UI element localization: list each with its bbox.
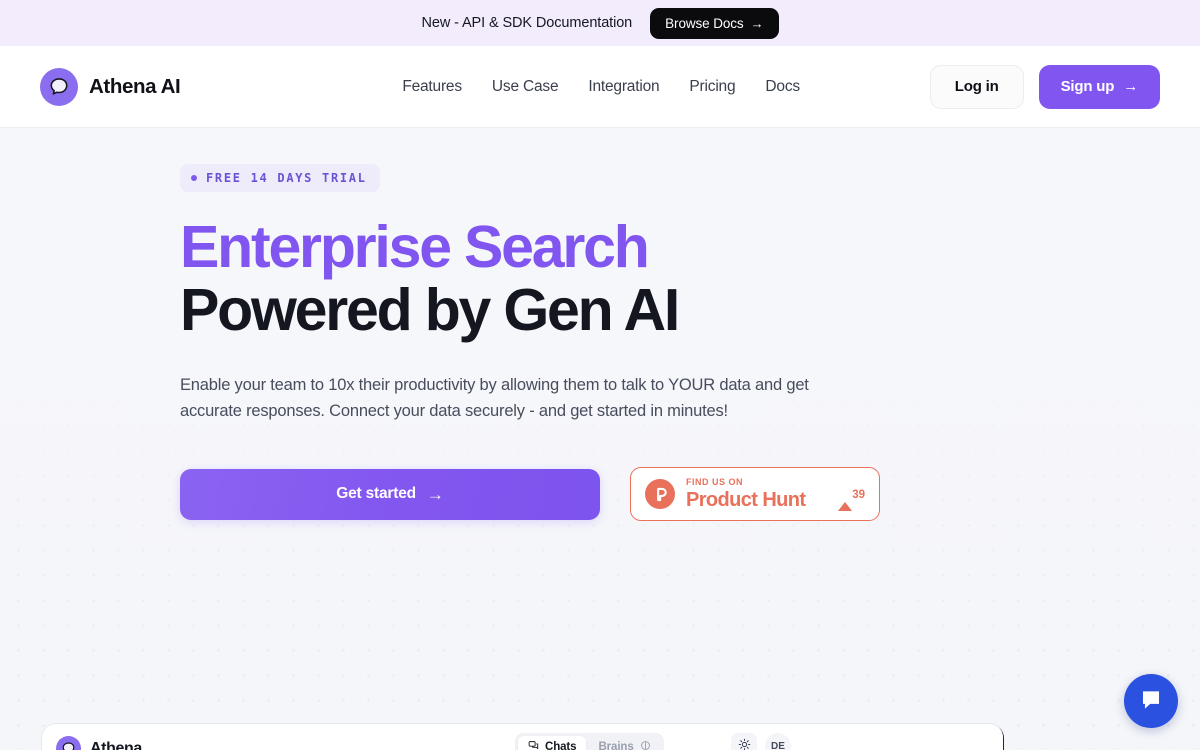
hero-content: FREE 14 DAYS TRIAL Enterprise Search Pow…	[0, 128, 1200, 522]
announcement-text: New - API & SDK Documentation	[421, 15, 633, 31]
product-hunt-name: Product Hunt	[686, 489, 806, 512]
nav-link-pricing[interactable]: Pricing	[689, 78, 735, 96]
app-preview-topbar-actions: DE	[731, 733, 791, 750]
announcement-bar: New - API & SDK Documentation Browse Doc…	[0, 0, 1200, 46]
chat-widget-button[interactable]	[1124, 674, 1178, 728]
product-hunt-eyebrow: FIND US ON	[686, 477, 744, 488]
sun-icon	[738, 738, 751, 750]
signup-label: Sign up	[1060, 78, 1115, 95]
theme-toggle-button[interactable]	[731, 733, 757, 750]
get-started-label: Get started	[336, 485, 416, 503]
nav-link-integration[interactable]: Integration	[588, 78, 659, 96]
hero-section: FREE 14 DAYS TRIAL Enterprise Search Pow…	[0, 128, 1200, 750]
main-navbar: Athena AI Features Use Case Integration …	[0, 46, 1200, 128]
messenger-bubble-icon	[1138, 687, 1164, 716]
nav-link-use-case[interactable]: Use Case	[492, 78, 559, 96]
signup-button[interactable]: Sign up →	[1038, 64, 1160, 109]
app-preview-card: Athena Chats Brains DE	[42, 724, 1003, 750]
tab-brains-label: Brains	[598, 741, 634, 750]
get-started-button[interactable]: Get started →	[180, 468, 600, 520]
hero-cta-row: Get started → FIND US ON Product Hunt 39	[180, 467, 1200, 522]
brain-circle-icon	[640, 740, 651, 750]
hero-headline: Enterprise Search Powered by Gen AI	[180, 214, 1200, 343]
browse-docs-label: Browse Docs	[665, 15, 744, 31]
login-button[interactable]: Log in	[929, 64, 1024, 109]
product-hunt-logo-icon	[645, 479, 675, 510]
arrow-right-icon: →	[1123, 78, 1138, 95]
product-hunt-badge[interactable]: FIND US ON Product Hunt 39	[630, 467, 880, 522]
arrow-right-icon: →	[426, 484, 444, 504]
product-hunt-votes[interactable]: 39	[838, 485, 865, 512]
product-hunt-text: FIND US ON Product Hunt	[686, 477, 806, 512]
nav-actions: Log in Sign up →	[929, 64, 1160, 109]
speech-bubble-icon	[56, 736, 81, 750]
headline-dark-line: Powered by Gen AI	[180, 276, 680, 343]
headline-accent-line: Enterprise Search	[180, 214, 650, 280]
chats-icon	[528, 740, 539, 750]
language-button[interactable]: DE	[765, 733, 791, 750]
nav-link-features[interactable]: Features	[402, 78, 462, 96]
hero-subtext: Enable your team to 10x their productivi…	[180, 376, 809, 420]
tab-chats[interactable]: Chats	[518, 736, 587, 750]
badge-dot-icon	[191, 175, 197, 181]
app-preview-brand-name: Athena	[90, 739, 142, 750]
product-hunt-vote-count: 39	[852, 489, 865, 502]
tab-brains[interactable]: Brains	[588, 736, 660, 750]
browse-docs-button[interactable]: Browse Docs →	[650, 7, 779, 39]
trial-badge-label: FREE 14 DAYS TRIAL	[206, 171, 367, 185]
app-preview-tabs: Chats Brains	[515, 733, 664, 750]
brand-logo[interactable]: Athena AI	[40, 67, 181, 106]
speech-bubble-icon	[40, 67, 78, 106]
nav-links: Features Use Case Integration Pricing Do…	[402, 78, 800, 96]
trial-badge: FREE 14 DAYS TRIAL	[180, 164, 380, 192]
upvote-caret-icon	[838, 485, 853, 512]
nav-link-docs[interactable]: Docs	[765, 78, 800, 96]
app-preview-brand: Athena	[56, 736, 142, 750]
arrow-right-icon: →	[750, 15, 764, 31]
tab-chats-label: Chats	[545, 741, 577, 750]
brand-name: Athena AI	[89, 74, 181, 98]
app-preview-topbar: Athena Chats Brains DE	[42, 724, 1003, 750]
